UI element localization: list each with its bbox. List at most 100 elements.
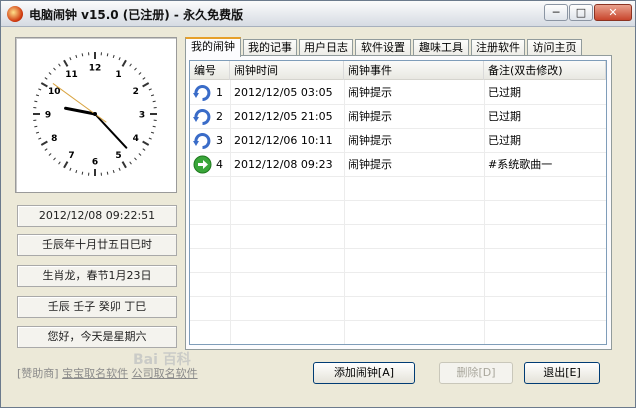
table-row[interactable]: 1 2012/12/05 03:05 闹钟提示 已过期 — [190, 81, 606, 105]
minute-hand — [94, 113, 128, 149]
row-divider — [190, 200, 606, 201]
clock-number: 8 — [51, 134, 57, 144]
minute-tick — [34, 125, 38, 128]
sponsor-label: [赞助商] — [17, 367, 59, 380]
table-row[interactable]: 4 2012/12/08 09:23 闹钟提示 #系统歌曲一 — [190, 153, 606, 177]
tab-homepage[interactable]: 访问主页 — [527, 39, 582, 56]
alarm-tab-panel: 编号 闹钟时间 闹钟事件 备注(双击修改) 1 2012/12/05 03:05… — [185, 55, 612, 350]
sponsor-bar: [赞助商] 宝宝取名软件 公司取名软件 — [17, 365, 198, 381]
window-title: 电脑闹钟 v15.0 (已注册) - 永久免费版 — [29, 8, 244, 22]
minute-tick — [48, 72, 52, 75]
column-header-note[interactable]: 备注(双击修改) — [484, 61, 606, 80]
minute-tick — [58, 63, 61, 67]
exit-button[interactable]: 退出[E] — [524, 362, 600, 384]
row-divider — [190, 248, 606, 249]
cell-note: 已过期 — [488, 134, 521, 147]
minute-tick — [38, 88, 42, 91]
hour-tick — [63, 161, 69, 169]
minute-tick — [106, 53, 109, 57]
ganzhi-info: 壬辰 壬子 癸卯 丁巳 — [17, 296, 177, 318]
minute-tick — [112, 169, 115, 174]
minute-tick — [48, 153, 52, 156]
minute-tick — [138, 153, 142, 156]
analog-clock: 12 1 2 3 4 5 6 7 8 9 10 11 — [15, 37, 177, 193]
column-header-time[interactable]: 闹钟时间 — [230, 61, 344, 80]
alarm-clock-app-icon — [7, 6, 23, 22]
add-alarm-button[interactable]: 添加闹钟[A] — [313, 362, 415, 384]
minute-tick — [150, 94, 155, 97]
delete-button[interactable]: 删除[D] — [439, 362, 513, 384]
minute-tick — [129, 161, 132, 165]
cell-number: 4 — [216, 158, 223, 171]
tab-register[interactable]: 注册软件 — [471, 39, 525, 56]
clock-number: 4 — [133, 134, 139, 144]
minute-tick — [142, 148, 146, 151]
column-header-number[interactable]: 编号 — [190, 61, 230, 80]
table-row[interactable]: 2 2012/12/05 21:05 闹钟提示 已过期 — [190, 105, 606, 129]
cell-number: 1 — [216, 86, 223, 99]
minute-tick — [148, 137, 152, 140]
cell-event: 闹钟提示 — [348, 86, 392, 99]
maximize-button[interactable]: □ — [569, 4, 593, 21]
minute-tick — [118, 57, 121, 61]
minute-tick — [53, 157, 56, 161]
repeat-icon — [193, 85, 211, 101]
cell-event: 闹钟提示 — [348, 134, 392, 147]
active-arrow-icon — [193, 155, 212, 174]
cell-time: 2012/12/08 09:23 — [234, 158, 333, 171]
second-hand — [52, 83, 107, 123]
clock-number: 10 — [48, 87, 61, 97]
minute-tick — [138, 72, 142, 75]
cell-event: 闹钟提示 — [348, 110, 392, 123]
clock-number: 12 — [89, 64, 102, 74]
hour-tick — [40, 140, 48, 146]
alarm-list[interactable]: 编号 闹钟时间 闹钟事件 备注(双击修改) 1 2012/12/05 03:05… — [189, 60, 607, 345]
clock-center — [93, 112, 97, 116]
hour-tick — [121, 59, 127, 67]
tab-my-notes[interactable]: 我的记事 — [243, 39, 297, 56]
title-bar[interactable]: 电脑闹钟 v15.0 (已注册) - 永久免费版 ─ □ ✕ — [1, 1, 635, 27]
minute-tick — [129, 63, 132, 67]
zodiac-info: 生肖龙，春节1月23日 — [17, 265, 177, 287]
minute-tick — [81, 171, 84, 175]
hour-tick — [142, 82, 150, 88]
tab-my-alarms[interactable]: 我的闹钟 — [185, 37, 241, 57]
lunar-date: 壬辰年十月廿五日巳时 — [17, 234, 177, 256]
minute-tick — [35, 94, 40, 97]
close-button[interactable]: ✕ — [594, 4, 632, 21]
tab-user-log[interactable]: 用户日志 — [299, 39, 353, 56]
minimize-button[interactable]: ─ — [544, 4, 568, 21]
clock-number: 11 — [65, 70, 78, 80]
table-row[interactable]: 3 2012/12/06 10:11 闹钟提示 已过期 — [190, 129, 606, 153]
clock-number: 6 — [92, 158, 98, 168]
app-window: 电脑闹钟 v15.0 (已注册) - 永久免费版 ─ □ ✕ 12 1 2 3 4 5 6 7… — [0, 0, 636, 408]
hour-tick — [63, 59, 69, 67]
clock-number: 5 — [115, 151, 121, 161]
hour-tick — [121, 161, 127, 169]
minute-tick — [118, 167, 121, 171]
hour-tick — [142, 140, 150, 146]
tab-fun-tools[interactable]: 趣味工具 — [413, 39, 469, 56]
minute-tick — [38, 137, 42, 140]
row-divider — [190, 272, 606, 273]
minute-tick — [75, 54, 78, 59]
weekday-greeting: 您好，今天是星期六 — [17, 326, 177, 348]
minute-tick — [53, 67, 56, 71]
clock-number: 7 — [68, 151, 74, 161]
minute-tick — [142, 77, 146, 80]
cell-time: 2012/12/06 10:11 — [234, 134, 333, 147]
minute-tick — [44, 148, 48, 151]
minute-tick — [134, 67, 137, 71]
tab-settings[interactable]: 软件设置 — [355, 39, 411, 56]
cell-note: 已过期 — [488, 110, 521, 123]
sponsor-link-baby-naming[interactable]: 宝宝取名软件 — [62, 367, 128, 380]
minute-tick — [44, 77, 48, 80]
minute-tick — [69, 167, 72, 171]
row-divider — [190, 224, 606, 225]
minute-tick — [75, 169, 78, 174]
hour-tick — [40, 82, 48, 88]
minute-tick — [148, 88, 152, 91]
minute-tick — [152, 125, 156, 128]
sponsor-link-company-naming[interactable]: 公司取名软件 — [132, 367, 198, 380]
column-header-event[interactable]: 闹钟事件 — [344, 61, 484, 80]
